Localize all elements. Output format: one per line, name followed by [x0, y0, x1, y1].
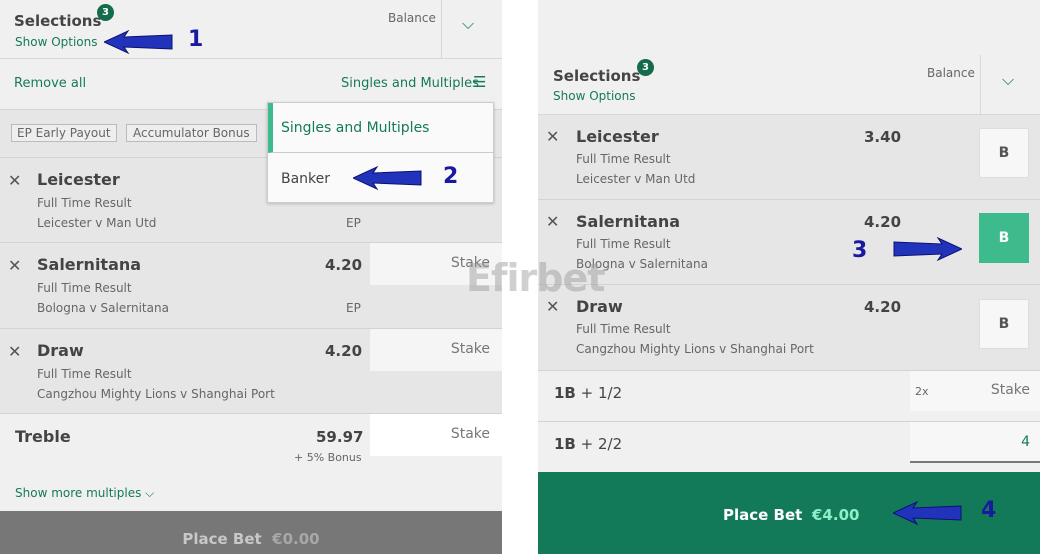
selection-count-badge: 3 — [637, 59, 654, 76]
banker-bet-row: 1B + 1/2 2x Stake — [538, 371, 1040, 422]
bonus-label: + 5% Bonus — [294, 451, 362, 464]
remove-selection-icon[interactable]: ✕ — [546, 212, 559, 231]
stake-input[interactable]: Stake — [370, 329, 502, 371]
treble-row: Treble 59.97 + 5% Bonus Stake Show more … — [0, 414, 502, 511]
remove-selection-icon[interactable]: ✕ — [8, 256, 21, 275]
selections-title: Selections — [553, 67, 641, 85]
annotation-number: 1 — [188, 27, 204, 52]
odds: 4.20 — [325, 342, 363, 360]
selection-row: ✕ Draw 4.20 Full Time Result Cangzhou Mi… — [0, 329, 502, 414]
selection-row: ✕ Salernitana 4.20 Full Time Result Bolo… — [0, 243, 502, 329]
selection-name: Salernitana — [37, 255, 142, 274]
bet-mode-toggle[interactable]: Singles and Multiples — [341, 76, 479, 91]
place-bet-button[interactable]: Place Bet €4.00 — [538, 472, 1040, 554]
stake-placeholder: Stake — [990, 382, 1030, 398]
market-name: Full Time Result — [576, 237, 671, 251]
betslip-header: Selections 3 Show Options Balance ⌵ — [0, 0, 502, 59]
bet-type-label: + 1/2 — [580, 384, 623, 402]
remove-selection-icon[interactable]: ✕ — [546, 127, 559, 146]
remove-all-link[interactable]: Remove all — [14, 76, 86, 91]
annotation-arrow-icon — [893, 237, 962, 261]
event-name: Leicester v Man Utd — [576, 172, 696, 186]
early-payout-tag: EP Early Payout — [11, 124, 117, 142]
betslip-left: Selections 3 Show Options Balance ⌵ Remo… — [0, 0, 502, 554]
menu-icon[interactable]: ☰ — [473, 73, 486, 91]
dropdown-option-singles-multiples[interactable]: Singles and Multiples — [268, 103, 493, 153]
treble-label: Treble — [15, 427, 71, 446]
balance-label: Balance — [388, 11, 436, 25]
ep-label: EP — [346, 301, 361, 315]
ep-label: EP — [346, 216, 361, 230]
event-name: Bologna v Salernitana — [37, 301, 169, 315]
selection-name: Draw — [37, 341, 84, 360]
annotation-number: 2 — [443, 164, 459, 189]
annotation-arrow-icon — [893, 501, 962, 525]
selection-name: Leicester — [37, 170, 120, 189]
selection-row: ✕ Leicester 3.40 Full Time Result Leices… — [538, 115, 1040, 200]
event-name: Cangzhou Mighty Lions v Shanghai Port — [37, 387, 275, 401]
betslip-header: Selections 3 Show Options Balance ⌵ — [538, 0, 1040, 115]
place-bet-label: Place Bet — [182, 530, 262, 548]
chevron-down-icon[interactable]: ⌵ — [462, 14, 474, 34]
remove-selection-icon[interactable]: ✕ — [8, 342, 21, 361]
remove-selection-icon[interactable]: ✕ — [8, 171, 21, 190]
betslip-right: Selections 3 Show Options Balance ⌵ ✕ Le… — [538, 0, 1040, 554]
selections-title: Selections — [14, 12, 102, 30]
market-name: Full Time Result — [576, 322, 671, 336]
bet-type-bold: 1B — [554, 435, 576, 453]
odds: 3.40 — [864, 128, 902, 146]
selection-name: Leicester — [576, 127, 659, 146]
stake-input[interactable]: 4 — [910, 422, 1040, 463]
odds: 4.20 — [864, 213, 902, 231]
show-more-multiples-link[interactable]: Show more multiples ⌵ — [15, 486, 154, 501]
market-name: Full Time Result — [37, 196, 132, 210]
event-name: Leicester v Man Utd — [37, 216, 157, 230]
event-name: Cangzhou Mighty Lions v Shanghai Port — [576, 342, 814, 356]
banker-button[interactable]: B — [979, 299, 1029, 349]
selection-count-badge: 3 — [97, 4, 114, 21]
place-bet-button[interactable]: Place Bet €0.00 — [0, 511, 502, 554]
banker-button-active[interactable]: B — [979, 213, 1029, 263]
multiplier-label: 2x — [915, 385, 929, 398]
banker-bet-row: 1B + 2/2 4 — [538, 422, 1040, 472]
option-label: Singles and Multiples — [281, 120, 430, 136]
annotation-number: 3 — [852, 238, 868, 263]
selection-row: ✕ Draw 4.20 Full Time Result Cangzhou Mi… — [538, 285, 1040, 371]
show-options-link[interactable]: Show Options — [15, 35, 98, 49]
odds: 4.20 — [325, 256, 363, 274]
banker-button[interactable]: B — [979, 128, 1029, 178]
show-options-link[interactable]: Show Options — [553, 89, 636, 103]
stake-value: 4 — [1021, 434, 1030, 450]
accumulator-bonus-tag: Accumulator Bonus — [126, 124, 257, 142]
show-more-label: Show more multiples — [15, 486, 142, 500]
place-bet-label: Place Bet — [723, 506, 803, 524]
market-name: Full Time Result — [576, 152, 671, 166]
market-name: Full Time Result — [37, 367, 132, 381]
stake-input[interactable]: Stake — [370, 414, 502, 456]
annotation-number: 4 — [981, 498, 997, 523]
market-name: Full Time Result — [37, 281, 132, 295]
option-label: Banker — [281, 171, 331, 187]
selection-row: ✕ Salernitana 4.20 Full Time Result Bolo… — [538, 200, 1040, 285]
odds: 4.20 — [864, 298, 902, 316]
annotation-arrow-icon — [353, 166, 422, 190]
bet-type-label: + 2/2 — [580, 435, 623, 453]
chevron-down-icon[interactable]: ⌵ — [1002, 70, 1014, 90]
bet-type-bold: 1B — [554, 384, 576, 402]
place-bet-amount: €4.00 — [812, 506, 860, 524]
place-bet-amount: €0.00 — [272, 530, 320, 548]
balance-label: Balance — [927, 66, 975, 80]
treble-odds: 59.97 — [316, 428, 364, 446]
stake-input[interactable]: 2x Stake — [910, 371, 1040, 411]
selection-name: Salernitana — [576, 212, 681, 231]
annotation-arrow-icon — [104, 30, 173, 54]
watermark-logo: Efirbet — [466, 256, 605, 300]
